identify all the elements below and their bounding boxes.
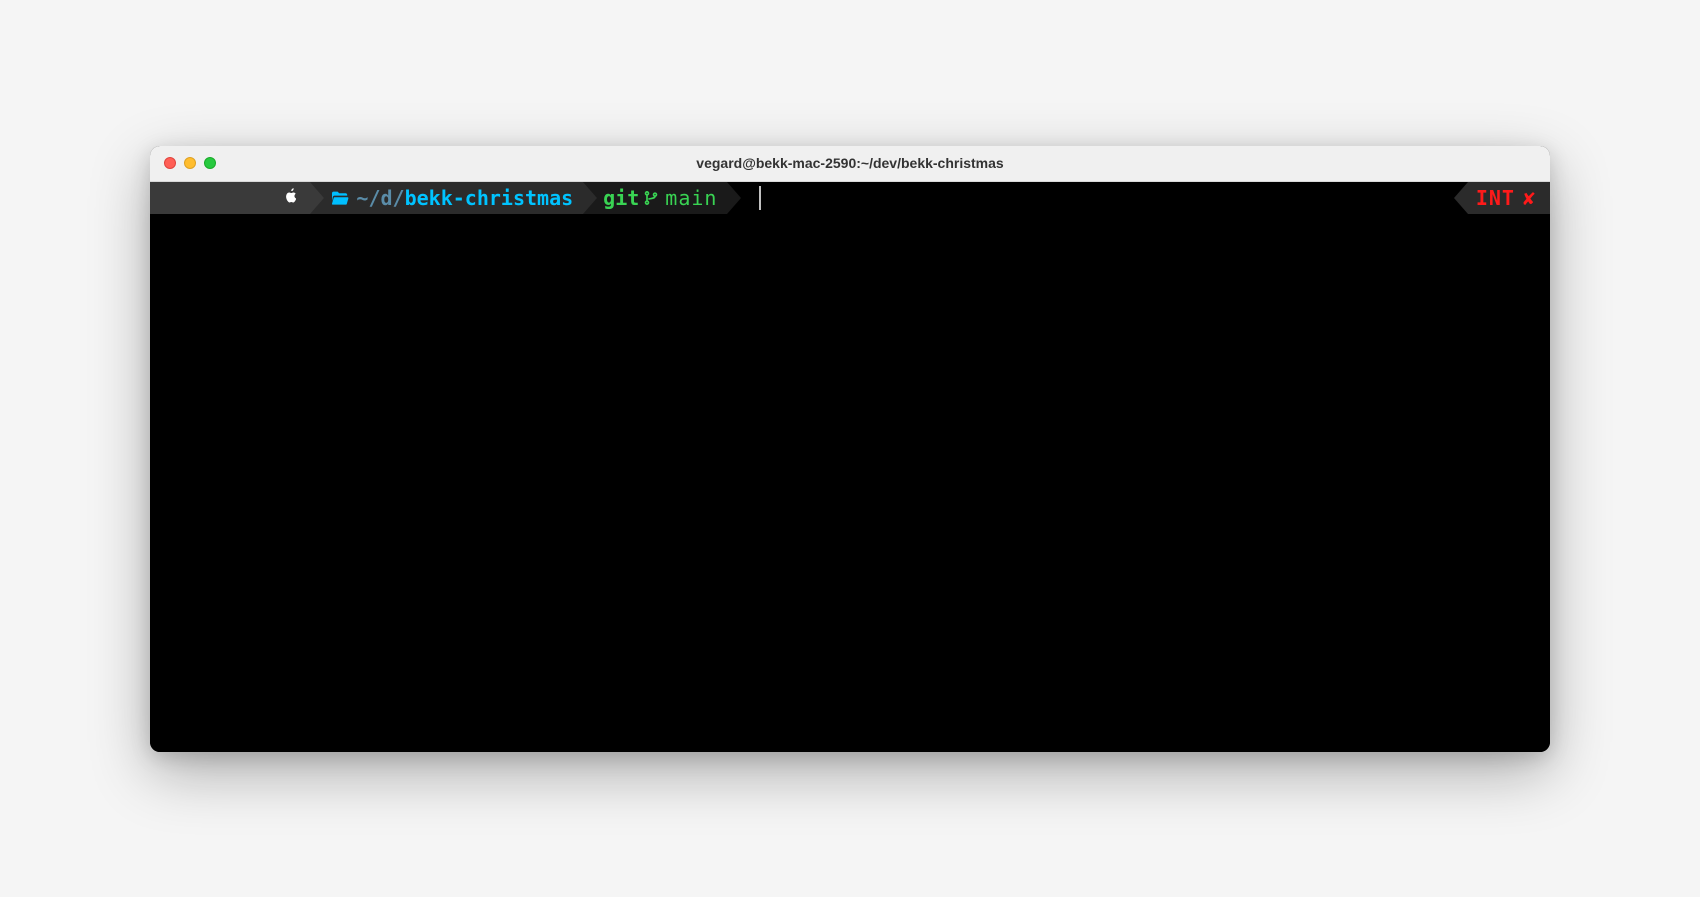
git-branch-icon	[643, 189, 659, 207]
prompt-right-status: INT ✘	[1454, 182, 1550, 214]
terminal-cursor	[759, 186, 761, 210]
segment-separator	[310, 182, 324, 214]
segment-separator	[1454, 182, 1468, 214]
folder-open-icon	[330, 190, 350, 206]
close-icon: ✘	[1523, 182, 1536, 214]
prompt-line: ~/d/bekk-christmas git main INT ✘	[150, 182, 1550, 214]
status-int-segment: INT ✘	[1468, 182, 1550, 214]
git-label: git	[603, 182, 639, 214]
prompt-path-segment: ~/d/bekk-christmas	[310, 182, 583, 214]
window-title: vegard@bekk-mac-2590:~/dev/bekk-christma…	[150, 155, 1550, 171]
window-titlebar: vegard@bekk-mac-2590:~/dev/bekk-christma…	[150, 146, 1550, 182]
terminal-window: vegard@bekk-mac-2590:~/dev/bekk-christma…	[150, 146, 1550, 752]
status-label: INT	[1476, 182, 1515, 214]
segment-separator	[727, 182, 741, 214]
terminal-body[interactable]: ~/d/bekk-christmas git main INT ✘	[150, 182, 1550, 752]
path-dim-part: ~/d/	[356, 182, 404, 214]
path-active-part: bekk-christmas	[405, 182, 574, 214]
prompt-os-segment	[150, 182, 310, 214]
prompt-git-segment: git main	[583, 182, 727, 214]
git-branch-name: main	[665, 182, 717, 214]
apple-logo-icon	[162, 150, 300, 246]
segment-separator	[583, 182, 597, 214]
